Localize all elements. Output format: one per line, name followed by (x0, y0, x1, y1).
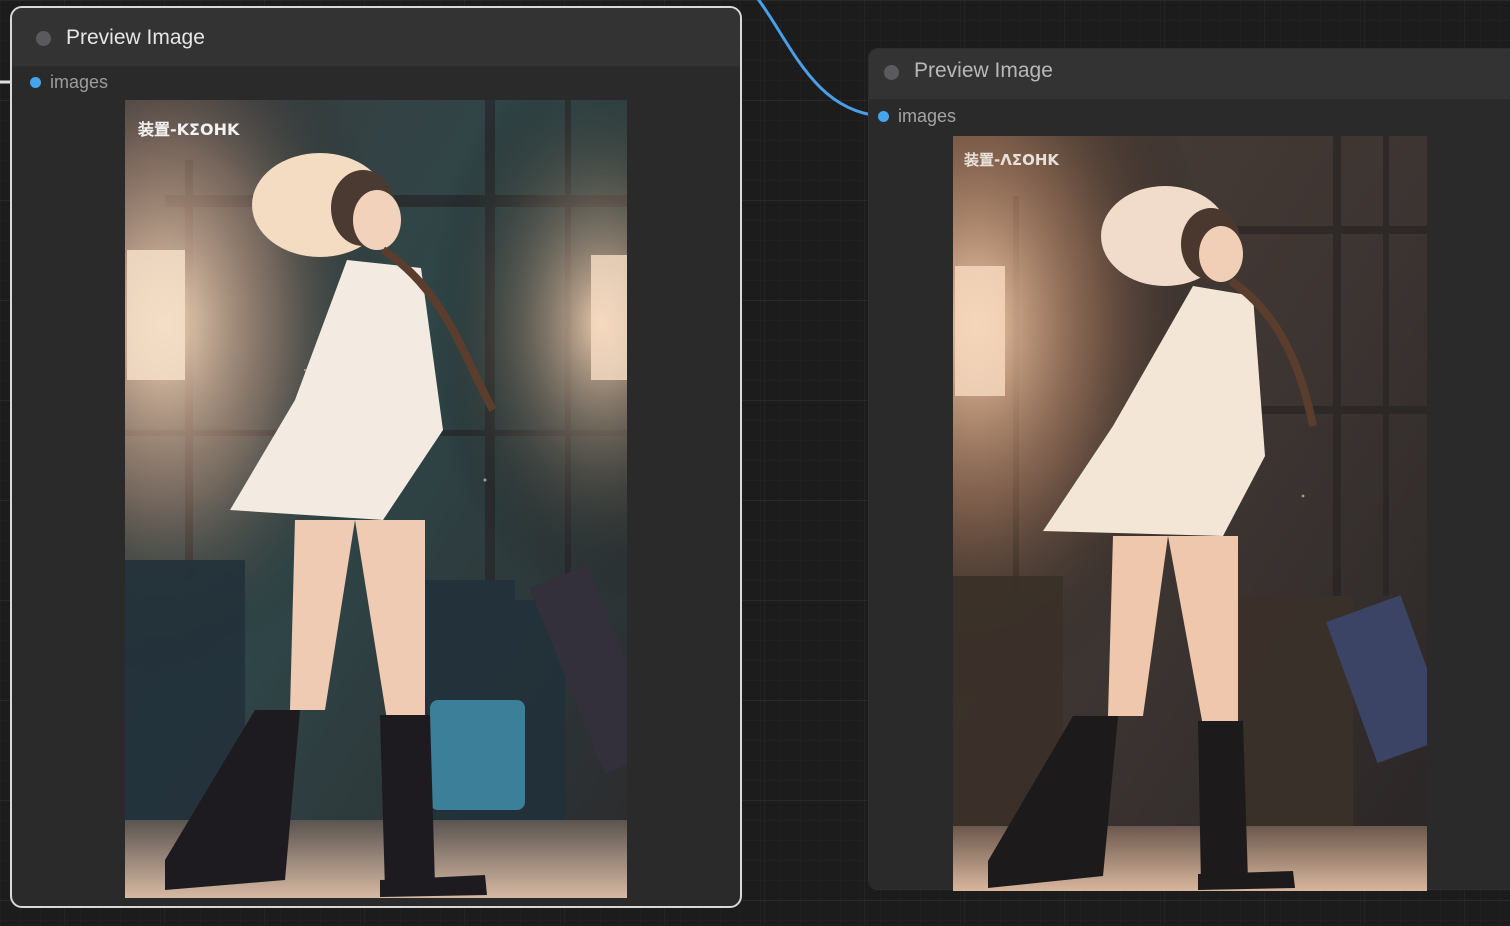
generated-image-illustration (125, 100, 627, 898)
image-caption-text: 装置-ΛΣΟΗΚ (964, 151, 1060, 169)
preview-image-node-1[interactable]: Preview Image images 装置-ΚΣΟΗΚ (10, 6, 742, 908)
input-slot-label: images (50, 72, 109, 92)
preview-image-node-2[interactable]: Preview Image images 装置-ΛΣΟΗΚ (868, 48, 1510, 891)
image-caption-text: 装置-ΚΣΟΗΚ (138, 120, 240, 139)
collapse-dot-icon[interactable] (36, 31, 51, 46)
node-title: Preview Image (66, 26, 205, 49)
node-header[interactable]: Preview Image (12, 8, 740, 67)
preview-image[interactable]: 装置-ΛΣΟΗΚ (953, 136, 1427, 891)
preview-image[interactable]: 装置-ΚΣΟΗΚ (125, 100, 627, 898)
input-slot-dot-icon[interactable] (878, 111, 889, 122)
node-header[interactable]: Preview Image (869, 49, 1510, 100)
collapse-dot-icon[interactable] (884, 65, 899, 80)
node-title: Preview Image (914, 59, 1053, 82)
link-right-input[interactable] (755, 0, 881, 118)
generated-image-illustration (953, 136, 1427, 891)
input-slot-dot-icon[interactable] (30, 77, 41, 88)
graph-canvas[interactable]: Preview Image images 装置-ΚΣΟΗΚ Preview Im… (0, 0, 1510, 926)
input-slot-label: images (898, 106, 957, 126)
